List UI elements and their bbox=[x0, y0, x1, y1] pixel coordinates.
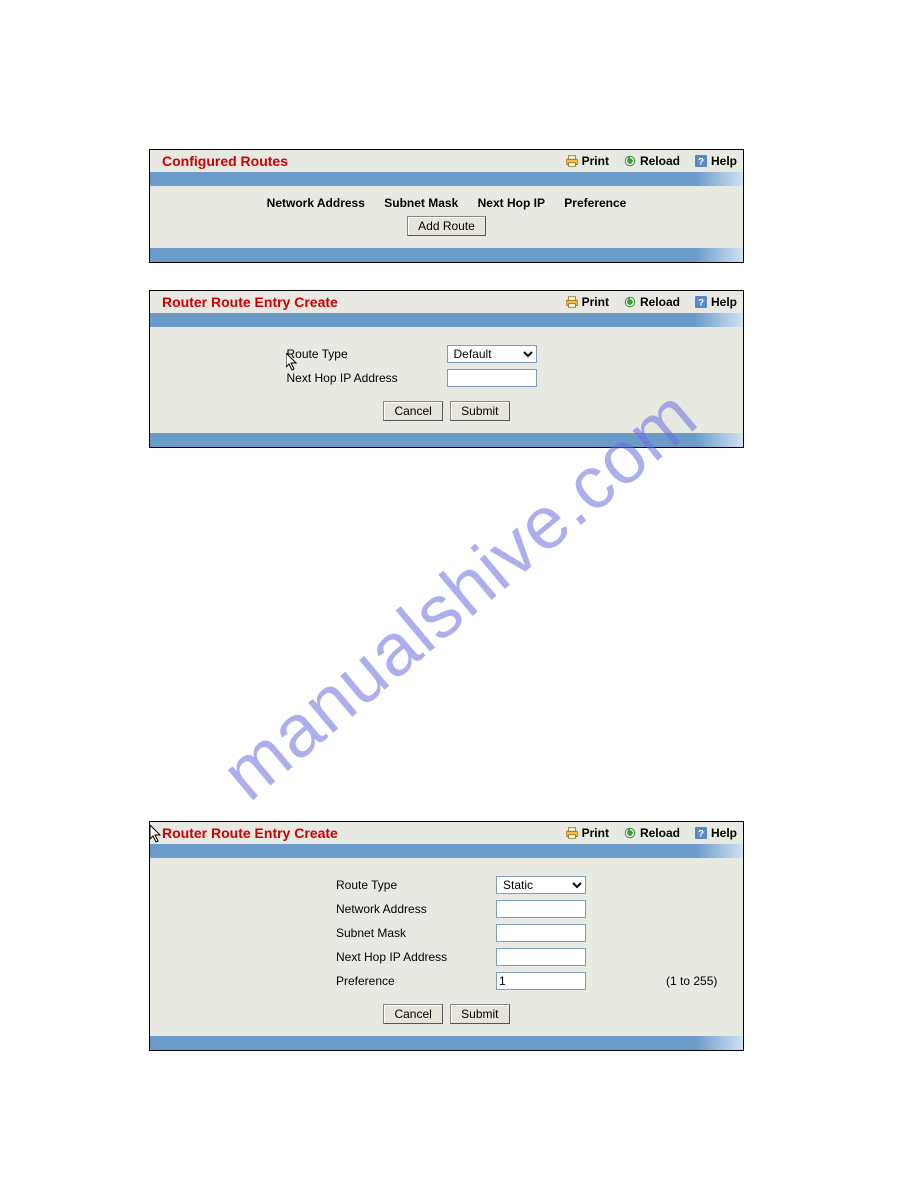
reload-link[interactable]: Reload bbox=[623, 826, 680, 840]
help-icon: ? bbox=[694, 295, 708, 309]
col-preference: Preference bbox=[564, 196, 626, 210]
subnet-mask-input[interactable] bbox=[496, 924, 586, 942]
form-table: Route Type Default Next Hop IP Address bbox=[281, 341, 613, 391]
help-label: Help bbox=[711, 826, 737, 840]
reload-icon bbox=[623, 154, 637, 168]
panel-configured-routes: Configured Routes Print Reload ? Help Ne… bbox=[149, 149, 744, 263]
cancel-button[interactable]: Cancel bbox=[383, 1004, 442, 1024]
print-label: Print bbox=[582, 826, 609, 840]
help-link[interactable]: ? Help bbox=[694, 154, 737, 168]
network-address-input[interactable] bbox=[496, 900, 586, 918]
print-link[interactable]: Print bbox=[565, 295, 609, 309]
reload-label: Reload bbox=[640, 826, 680, 840]
panel-title: Router Route Entry Create bbox=[162, 294, 565, 310]
printer-icon bbox=[565, 295, 579, 309]
reload-link[interactable]: Reload bbox=[623, 295, 680, 309]
svg-text:?: ? bbox=[698, 829, 704, 840]
label-network-address: Network Address bbox=[332, 898, 490, 920]
reload-link[interactable]: Reload bbox=[623, 154, 680, 168]
route-type-select[interactable]: Static bbox=[496, 876, 586, 894]
next-hop-input[interactable] bbox=[447, 369, 537, 387]
print-link[interactable]: Print bbox=[565, 826, 609, 840]
label-preference: Preference bbox=[332, 970, 490, 992]
route-type-select[interactable]: Default bbox=[447, 345, 537, 363]
reload-icon bbox=[623, 295, 637, 309]
panel-title: Router Route Entry Create bbox=[162, 825, 565, 841]
panel-content: Network Address Subnet Mask Next Hop IP … bbox=[150, 186, 743, 248]
submit-button[interactable]: Submit bbox=[450, 1004, 509, 1024]
header-actions: Print Reload ? Help bbox=[565, 826, 737, 840]
reload-label: Reload bbox=[640, 295, 680, 309]
separator-bar bbox=[150, 433, 743, 447]
panel-route-create-default: Router Route Entry Create Print Reload ?… bbox=[149, 290, 744, 448]
printer-icon bbox=[565, 154, 579, 168]
col-network-address: Network Address bbox=[267, 196, 365, 210]
help-label: Help bbox=[711, 154, 737, 168]
panel-content: Route Type Static Network Address Subnet… bbox=[150, 858, 743, 1036]
column-headers: Network Address Subnet Mask Next Hop IP … bbox=[150, 192, 743, 212]
col-subnet-mask: Subnet Mask bbox=[384, 196, 458, 210]
preference-hint: (1 to 255) bbox=[662, 970, 721, 992]
help-icon: ? bbox=[694, 826, 708, 840]
panel-header: Configured Routes Print Reload ? Help bbox=[150, 150, 743, 172]
col-next-hop: Next Hop IP bbox=[478, 196, 545, 210]
help-icon: ? bbox=[694, 154, 708, 168]
next-hop-input[interactable] bbox=[496, 948, 586, 966]
panel-content: Route Type Default Next Hop IP Address C… bbox=[150, 327, 743, 433]
reload-icon bbox=[623, 826, 637, 840]
help-label: Help bbox=[711, 295, 737, 309]
form-table: Route Type Static Network Address Subnet… bbox=[330, 872, 723, 994]
label-route-type: Route Type bbox=[332, 874, 490, 896]
help-link[interactable]: ? Help bbox=[694, 295, 737, 309]
label-next-hop: Next Hop IP Address bbox=[283, 367, 441, 389]
header-actions: Print Reload ? Help bbox=[565, 295, 737, 309]
panel-header: Router Route Entry Create Print Reload ?… bbox=[150, 291, 743, 313]
preference-input[interactable] bbox=[496, 972, 586, 990]
label-subnet-mask: Subnet Mask bbox=[332, 922, 490, 944]
label-route-type: Route Type bbox=[283, 343, 441, 365]
print-link[interactable]: Print bbox=[565, 154, 609, 168]
label-next-hop: Next Hop IP Address bbox=[332, 946, 490, 968]
printer-icon bbox=[565, 826, 579, 840]
print-label: Print bbox=[582, 154, 609, 168]
add-route-button[interactable]: Add Route bbox=[407, 216, 486, 236]
panel-header: Router Route Entry Create Print Reload ?… bbox=[150, 822, 743, 844]
panel-title: Configured Routes bbox=[162, 153, 565, 169]
header-actions: Print Reload ? Help bbox=[565, 154, 737, 168]
separator-bar bbox=[150, 172, 743, 186]
svg-text:?: ? bbox=[698, 157, 704, 168]
separator-bar bbox=[150, 313, 743, 327]
separator-bar bbox=[150, 1036, 743, 1050]
reload-label: Reload bbox=[640, 154, 680, 168]
separator-bar bbox=[150, 248, 743, 262]
cancel-button[interactable]: Cancel bbox=[383, 401, 442, 421]
panel-route-create-static: Router Route Entry Create Print Reload ?… bbox=[149, 821, 744, 1051]
print-label: Print bbox=[582, 295, 609, 309]
help-link[interactable]: ? Help bbox=[694, 826, 737, 840]
separator-bar bbox=[150, 844, 743, 858]
submit-button[interactable]: Submit bbox=[450, 401, 509, 421]
svg-text:?: ? bbox=[698, 298, 704, 309]
